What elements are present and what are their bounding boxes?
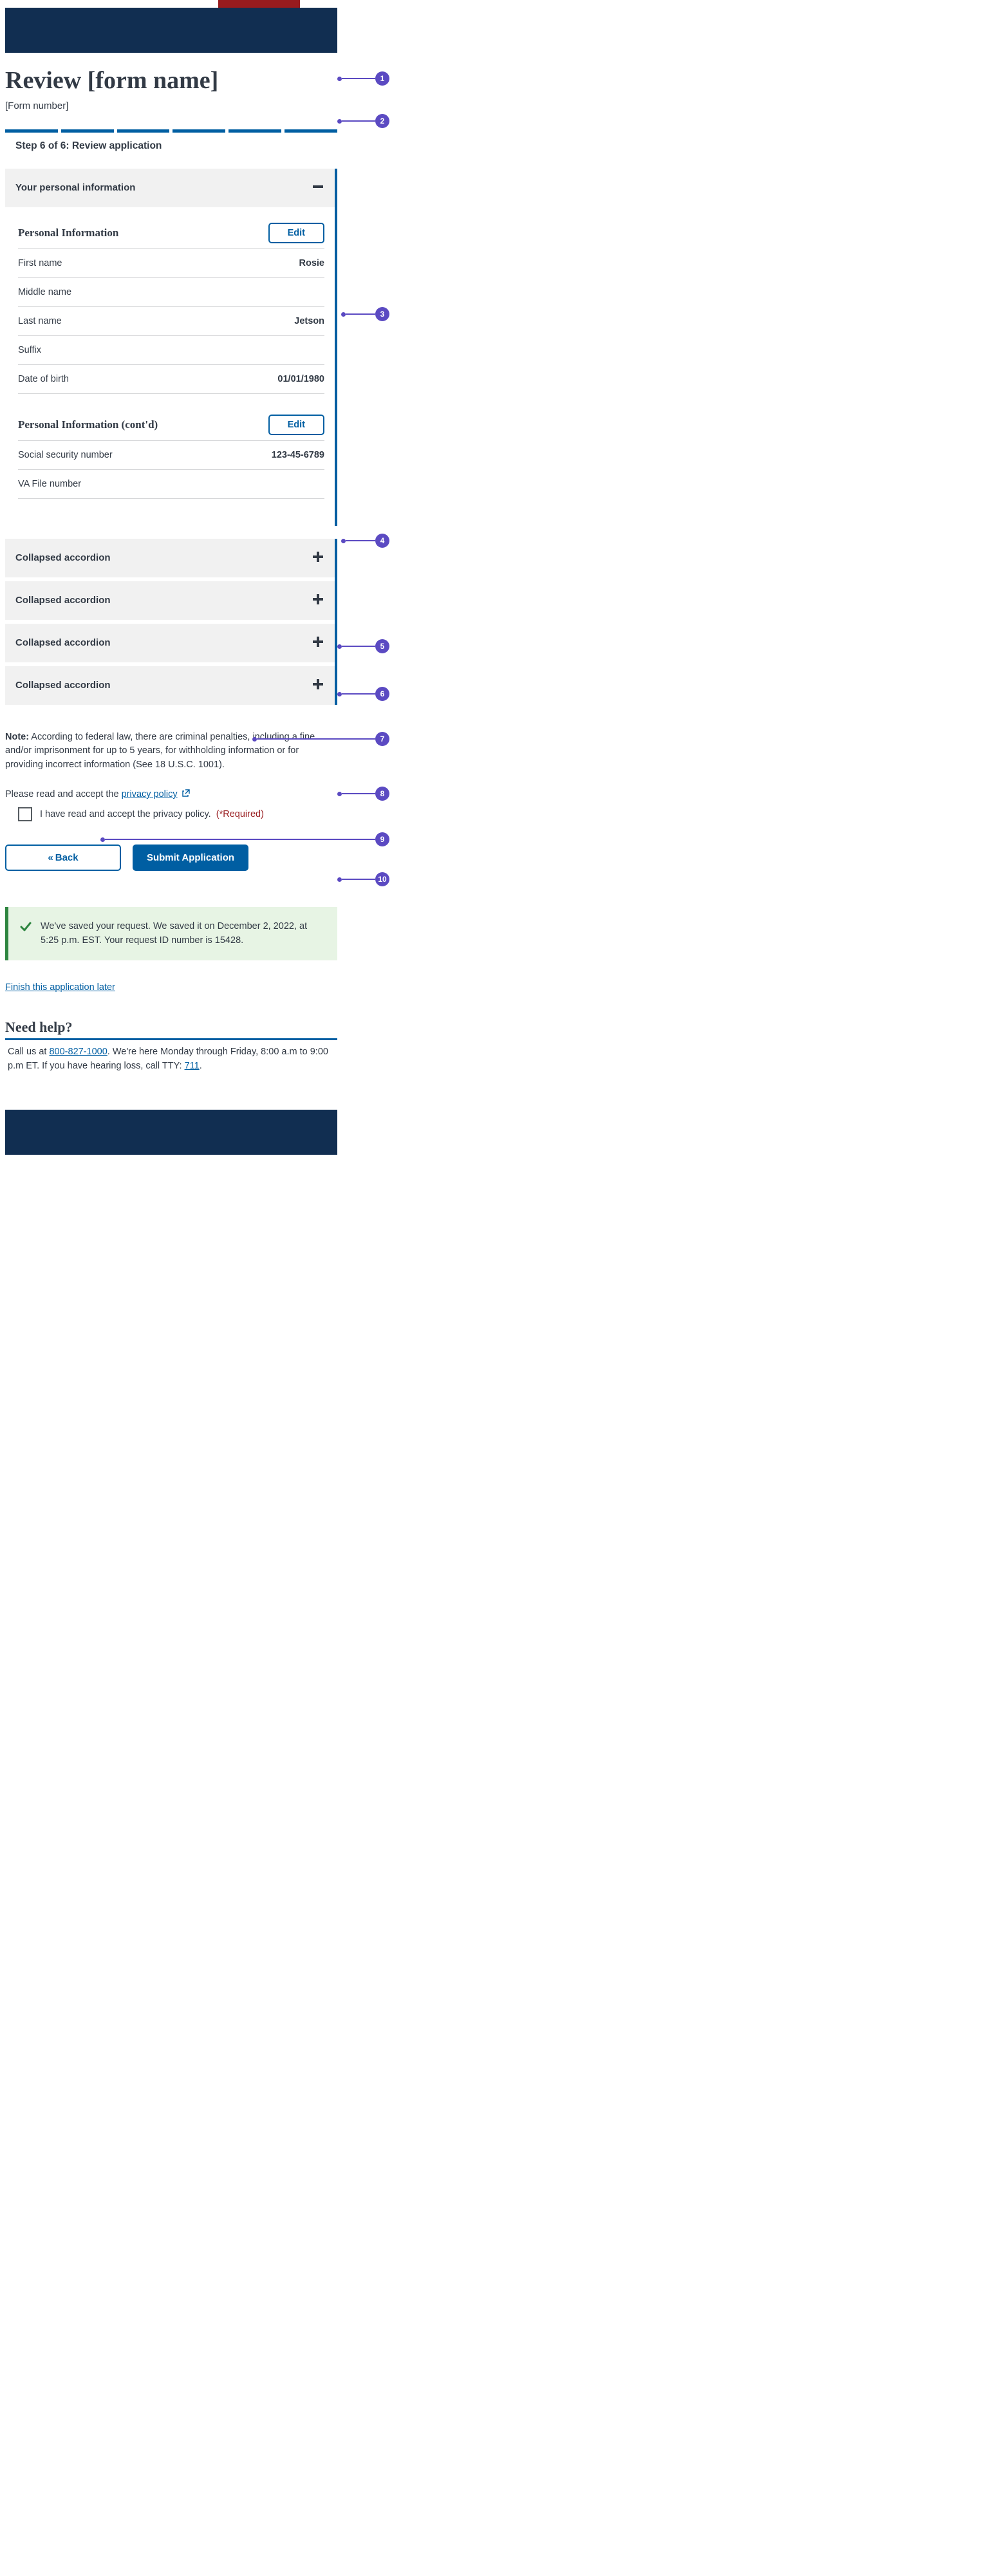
progress-seg xyxy=(173,129,225,133)
accordion-header-collapsed[interactable]: Collapsed accordion xyxy=(5,581,335,620)
field-value: 123-45-6789 xyxy=(272,450,324,460)
field-label: Date of birth xyxy=(18,374,69,384)
field-row: Middle name xyxy=(18,278,324,307)
accordion-label: Collapsed accordion xyxy=(15,552,111,563)
annotation-marker: 7 xyxy=(252,732,389,746)
help-text-post: . xyxy=(200,1061,202,1071)
tty-link[interactable]: 711 xyxy=(185,1061,200,1071)
field-label: VA File number xyxy=(18,479,81,489)
collapsed-accordion-group: Collapsed accordion Collapsed accordion … xyxy=(5,539,337,705)
check-icon xyxy=(20,921,32,948)
phone-link[interactable]: 800-827-1000 xyxy=(49,1047,107,1057)
annotation-marker: 3 xyxy=(341,307,389,321)
field-row: VA File number xyxy=(18,470,324,499)
privacy-policy-link[interactable]: privacy policy xyxy=(122,789,178,799)
progress-seg xyxy=(61,129,114,133)
privacy-checkbox-row[interactable]: I have read and accept the privacy polic… xyxy=(5,807,337,821)
annotation-marker: 10 xyxy=(337,872,389,886)
footer-banner xyxy=(5,1110,337,1155)
field-value: Rosie xyxy=(299,258,325,268)
step-label: Step 6 of 6: Review application xyxy=(5,133,337,160)
progress-seg xyxy=(229,129,281,133)
field-row: Social security number 123-45-6789 xyxy=(18,441,324,470)
need-help-title: Need help? xyxy=(5,1019,337,1040)
accordion-header-personal[interactable]: Your personal information xyxy=(5,169,337,207)
header-banner xyxy=(5,8,337,53)
form-number: [Form number] xyxy=(5,100,337,111)
accordion-label: Collapsed accordion xyxy=(15,637,111,648)
saved-alert: We've saved your request. We saved it on… xyxy=(5,907,337,961)
accordion-header-collapsed[interactable]: Collapsed accordion xyxy=(5,539,335,577)
external-link-icon xyxy=(182,789,190,797)
field-row: First name Rosie xyxy=(18,249,324,278)
field-value: Jetson xyxy=(294,316,324,326)
minus-icon xyxy=(312,180,324,196)
field-label: Middle name xyxy=(18,287,71,297)
edit-button[interactable]: Edit xyxy=(268,415,324,435)
field-row: Last name Jetson xyxy=(18,307,324,336)
field-row: Date of birth 01/01/1980 xyxy=(18,365,324,394)
annotation-marker: 6 xyxy=(337,687,389,701)
field-label: First name xyxy=(18,258,62,268)
help-text-pre: Call us at xyxy=(8,1047,49,1057)
section-title: Personal Information xyxy=(18,227,118,239)
button-row: « Back Submit Application xyxy=(5,845,337,871)
submit-button[interactable]: Submit Application xyxy=(133,845,248,871)
required-indicator: (*Required) xyxy=(216,809,264,819)
need-help-section: Need help? Call us at 800-827-1000. We'r… xyxy=(5,1019,337,1074)
checkbox-label: I have read and accept the privacy polic… xyxy=(40,809,211,819)
annotation-marker: 8 xyxy=(337,787,389,801)
note-prefix: Note: xyxy=(5,732,29,742)
field-label: Suffix xyxy=(18,345,41,355)
annotation-marker: 4 xyxy=(341,534,389,548)
annotation-marker: 2 xyxy=(337,114,389,128)
plus-icon xyxy=(312,678,324,693)
brand-red-accent xyxy=(218,0,300,8)
privacy-prompt: Please read and accept the privacy polic… xyxy=(5,789,337,799)
accordion-label: Your personal information xyxy=(15,182,135,193)
annotation-marker: 9 xyxy=(100,832,389,846)
section-title: Personal Information (cont'd) xyxy=(18,418,158,431)
privacy-lead: Please read and accept the xyxy=(5,789,122,799)
progress-seg xyxy=(117,129,170,133)
field-label: Last name xyxy=(18,316,62,326)
accordion-body: Personal Information Edit First name Ros… xyxy=(5,207,337,526)
back-button-label: Back xyxy=(55,852,79,863)
page-title: Review [form name] xyxy=(5,67,337,95)
finish-later-link[interactable]: Finish this application later xyxy=(5,982,115,993)
alert-text: We've saved your request. We saved it on… xyxy=(41,920,326,948)
chevron-left-icon: « xyxy=(48,852,51,863)
progress-seg xyxy=(285,129,337,133)
accordion-label: Collapsed accordion xyxy=(15,595,111,606)
field-label: Social security number xyxy=(18,450,113,460)
plus-icon xyxy=(312,593,324,608)
progress-seg xyxy=(5,129,58,133)
accordion-header-collapsed[interactable]: Collapsed accordion xyxy=(5,624,335,662)
plus-icon xyxy=(312,550,324,566)
privacy-checkbox[interactable] xyxy=(18,807,32,821)
field-value: 01/01/1980 xyxy=(277,374,324,384)
annotation-marker: 5 xyxy=(337,639,389,653)
annotation-marker: 1 xyxy=(337,71,389,86)
accordion-header-collapsed[interactable]: Collapsed accordion xyxy=(5,666,335,705)
field-row: Suffix xyxy=(18,336,324,365)
accordion-label: Collapsed accordion xyxy=(15,680,111,691)
plus-icon xyxy=(312,635,324,651)
back-button[interactable]: « Back xyxy=(5,845,121,871)
edit-button[interactable]: Edit xyxy=(268,223,324,243)
